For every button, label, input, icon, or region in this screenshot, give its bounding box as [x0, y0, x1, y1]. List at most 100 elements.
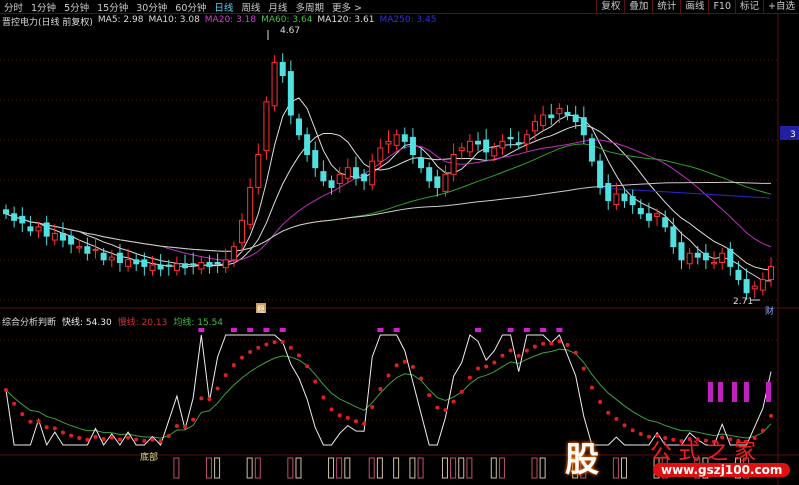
candle-body [165, 264, 172, 267]
candle-body [385, 140, 392, 145]
event-tag: 稳 [257, 304, 265, 314]
fast-line-value: 快线: 54.30 [62, 318, 112, 328]
slow-dot [394, 363, 399, 368]
ma-line [5, 143, 772, 252]
slow-dot [150, 437, 155, 442]
candle-body [686, 252, 693, 265]
candle-body [76, 246, 83, 249]
bottom-bar [254, 457, 261, 479]
top-signal [393, 328, 400, 332]
slow-dot [12, 401, 17, 406]
bottom-bar [450, 457, 457, 479]
candle-body [263, 101, 270, 152]
candle-body [11, 213, 18, 221]
slow-dot [598, 400, 603, 405]
signal-bar [718, 382, 723, 402]
candle-body [727, 248, 734, 267]
candle-body [588, 138, 595, 162]
candle-body [247, 186, 254, 225]
bottom-bar [441, 457, 448, 479]
slow-dot [492, 360, 497, 365]
candle-body [507, 136, 514, 140]
bottom-bar [531, 457, 538, 479]
slow-dot [557, 339, 562, 344]
slow-dot [622, 423, 627, 428]
slow-dot [313, 379, 318, 384]
logo-brand: 股 [565, 440, 599, 480]
slow-dot [280, 340, 285, 345]
bottom-bar [498, 457, 505, 479]
slow-dot [321, 395, 326, 400]
top-signal [263, 328, 270, 332]
slow-dot [69, 433, 74, 438]
candle-body [654, 213, 661, 217]
candle-body [336, 173, 343, 184]
candle-body [531, 121, 538, 132]
candle-body [206, 261, 213, 267]
candle-body [678, 242, 685, 261]
candle-body [271, 61, 278, 107]
candle-body [597, 160, 604, 188]
slow-dot [296, 353, 301, 358]
candle-body [719, 252, 726, 263]
slow-dot [101, 436, 106, 441]
slow-dot [427, 393, 432, 398]
slow-dot [305, 364, 310, 369]
top-signal [247, 328, 254, 332]
slow-dot [20, 412, 25, 417]
slow-dot [142, 438, 147, 443]
finance-tag: 财 [765, 305, 774, 317]
candle-body [19, 215, 26, 224]
candle-body [637, 207, 644, 215]
candle-body [198, 261, 205, 270]
candle-body [222, 259, 229, 269]
candle-body [475, 140, 482, 145]
logo-url: www.gszj100.com [653, 463, 791, 477]
slow-dot [532, 344, 537, 349]
bottom-bar [490, 457, 497, 479]
candle-body [409, 136, 416, 156]
slow-dot [484, 364, 489, 369]
logo-title: 公式之家 [650, 440, 763, 465]
slow-dot [85, 437, 90, 442]
candle-body [515, 142, 522, 145]
slow-dot [93, 434, 98, 439]
candle-body [629, 196, 636, 206]
slow-dot [248, 349, 253, 354]
bottom-bar [417, 457, 424, 479]
slow-dot [329, 407, 334, 412]
candle-body [51, 233, 58, 241]
low-price-label: 2.71 [733, 297, 753, 307]
candle-body [312, 150, 319, 169]
candle-body [702, 252, 709, 261]
slow-dot [476, 366, 481, 371]
candle-body [548, 114, 555, 119]
candle-body [279, 61, 286, 77]
candle-body [540, 114, 547, 127]
indicator-legend: 综合分析判断 快线: 54.30 慢线: 20.13 均线: 15.54 [2, 315, 223, 328]
slow-dot [109, 435, 114, 440]
slow-dot [589, 385, 594, 390]
signal-bar [732, 382, 737, 402]
slow-dot [215, 386, 220, 391]
slow-dot [565, 342, 570, 347]
candle-body [173, 263, 180, 271]
candle-body [369, 160, 376, 186]
slow-dot [581, 366, 586, 371]
slow-dot [410, 364, 415, 369]
kline-chart[interactable]: 4.67 2.71 3 财 稳 [0, 0, 799, 485]
candle-body [239, 219, 246, 244]
candle-body [43, 222, 50, 237]
candle-body [450, 154, 457, 175]
slow-dot [378, 387, 383, 392]
candle-body [214, 261, 221, 265]
slow-dot [500, 353, 505, 358]
candle-body [141, 259, 148, 267]
bottom-bar [336, 457, 343, 479]
bottom-bar [409, 457, 416, 479]
slow-dot [508, 348, 513, 353]
axis-tag: 3 [790, 130, 796, 140]
slow-dot [467, 375, 472, 380]
slow-dot [256, 345, 261, 350]
top-signal [377, 328, 384, 332]
